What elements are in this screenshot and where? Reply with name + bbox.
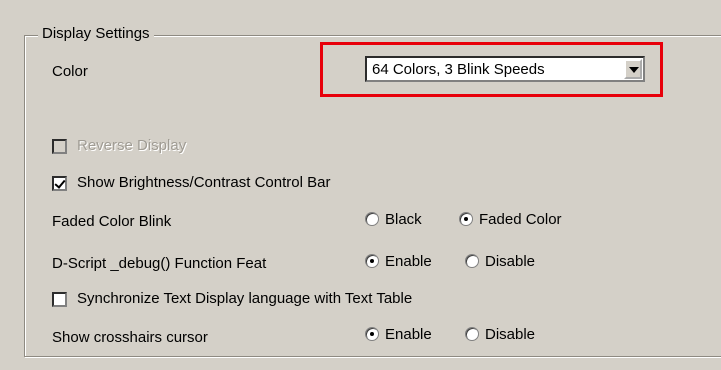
sync-text-label: Synchronize Text Display language with T… bbox=[77, 290, 413, 307]
reverse-display-checkbox[interactable] bbox=[52, 139, 67, 154]
dscript-disable-label: Disable bbox=[485, 253, 536, 270]
dscript-enable-label: Enable bbox=[385, 253, 432, 270]
dscript-enable-radio[interactable] bbox=[365, 254, 379, 268]
sync-text-checkbox[interactable] bbox=[52, 292, 67, 307]
crosshairs-enable-label: Enable bbox=[385, 326, 432, 343]
faded-blink-black-label: Black bbox=[385, 211, 422, 228]
crosshairs-disable-radio[interactable] bbox=[465, 327, 479, 341]
dscript-disable-radio[interactable] bbox=[465, 254, 479, 268]
brightness-bar-label: Show Brightness/Contrast Control Bar bbox=[77, 174, 331, 191]
group-title: Display Settings bbox=[38, 25, 154, 43]
dscript-debug-label: D-Script _debug() Function Feat bbox=[52, 255, 267, 272]
reverse-display-label: Reverse Display bbox=[77, 137, 187, 154]
crosshairs-label: Show crosshairs cursor bbox=[52, 329, 208, 346]
brightness-bar-checkbox[interactable] bbox=[52, 176, 67, 191]
color-label: Color bbox=[52, 63, 88, 80]
faded-blink-faded-color-label: Faded Color bbox=[479, 211, 562, 228]
faded-blink-faded-color-radio[interactable] bbox=[459, 212, 473, 226]
faded-blink-black-radio[interactable] bbox=[365, 212, 379, 226]
crosshairs-enable-radio[interactable] bbox=[365, 327, 379, 341]
highlight-box bbox=[320, 42, 663, 97]
crosshairs-disable-label: Disable bbox=[485, 326, 536, 343]
faded-color-blink-label: Faded Color Blink bbox=[52, 213, 172, 230]
